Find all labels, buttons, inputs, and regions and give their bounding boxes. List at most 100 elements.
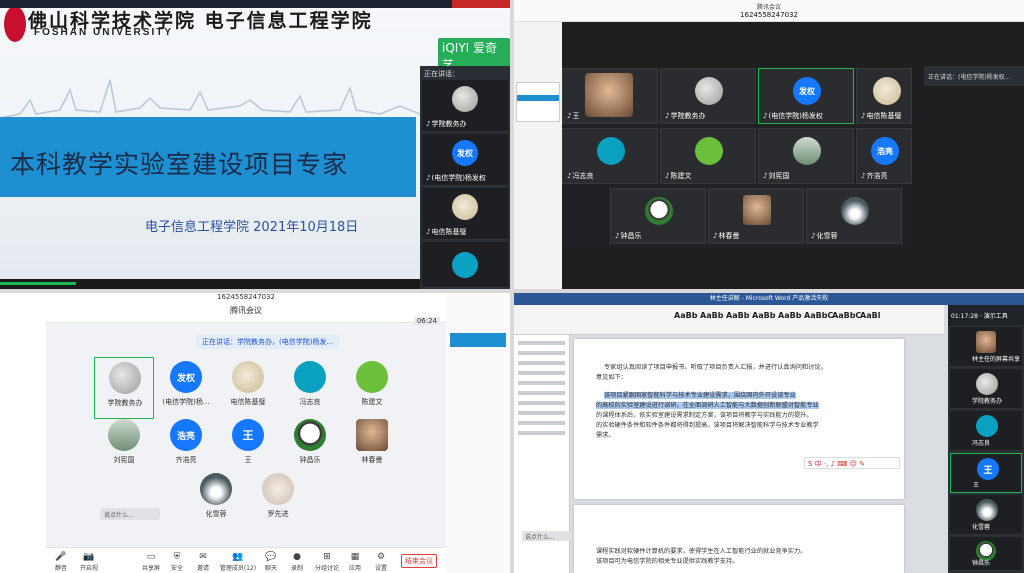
manage-members-button[interactable]: 👥 管理成员(12) bbox=[218, 551, 258, 572]
avatar bbox=[841, 197, 869, 225]
video-progress-bar[interactable] bbox=[0, 279, 420, 289]
participant-card[interactable]: 罗先进 bbox=[248, 469, 308, 531]
style-strong[interactable]: AaBl bbox=[860, 311, 880, 320]
video-tile[interactable]: ♪陈建文 bbox=[660, 128, 756, 184]
avatar bbox=[695, 77, 723, 105]
style-heading2[interactable]: AaBb bbox=[752, 311, 775, 320]
ime-toolbar[interactable]: S 中 ·, ♪ ⌨ ☺ ✎ bbox=[804, 457, 900, 469]
chat-button[interactable]: 💬 聊天 bbox=[260, 551, 282, 572]
document-page[interactable]: 专家组认真阅读了项目申报书，听取了项目负责人汇报，并进行认真询问和讨论， 意见如… bbox=[574, 339, 904, 499]
participant-card[interactable]: 电信陈基璧 bbox=[218, 357, 278, 419]
participant-tile[interactable]: 王 王 bbox=[950, 453, 1022, 493]
participant-tile[interactable]: 林主任的屏幕共享 bbox=[950, 327, 1022, 367]
style-no-spacing[interactable]: AaBb bbox=[700, 311, 723, 320]
participant-name: 化雪蓉 bbox=[972, 524, 991, 531]
avatar: 发权 bbox=[793, 77, 821, 105]
participant-card[interactable]: 浩亮 齐浩亮 bbox=[156, 415, 216, 477]
style-emphasis[interactable]: AaBbC bbox=[832, 311, 861, 320]
participant-card[interactable]: 王 王 bbox=[218, 415, 278, 477]
participant-name: 学院教务办 bbox=[670, 112, 706, 120]
style-title[interactable]: AaBb bbox=[778, 311, 801, 320]
participant-name: 化雪蓉 bbox=[205, 510, 227, 518]
participant-tile[interactable]: 发权 ♪(电信学院)杨发权 bbox=[422, 134, 508, 186]
participant-sidebar: 01:17:28 · 演示工具 林主任的屏幕共享 学院教务办 冯志良 王 王 化… bbox=[948, 305, 1024, 573]
participant-tile[interactable]: ♪学院教务办 bbox=[422, 80, 508, 132]
participant-card[interactable]: 学院教务办 bbox=[94, 357, 154, 419]
mic-icon: ♪ bbox=[665, 112, 670, 120]
participant-tile[interactable]: 化雪蓉 bbox=[950, 495, 1022, 535]
style-normal[interactable]: AaBb bbox=[674, 311, 697, 320]
paragraph-line: 课程实践对软硬件计算机的要求，使得学生在人工智能行业的就业竞争实力。 bbox=[596, 548, 807, 555]
video-tile[interactable]: ♪刘宪国 bbox=[758, 128, 854, 184]
mic-icon: ♪ bbox=[426, 228, 431, 236]
invite-button[interactable]: ✉ 邀请 bbox=[192, 551, 214, 572]
avatar bbox=[452, 252, 478, 278]
chat-input[interactable]: 说点什么... bbox=[522, 531, 570, 541]
record-button[interactable]: ● 录制 bbox=[286, 551, 308, 572]
settings-button[interactable]: ⚙ 设置 bbox=[370, 551, 392, 572]
end-meeting-button[interactable]: 结束会议 bbox=[401, 554, 437, 568]
document-page[interactable]: 课程实践对软硬件计算机的要求，使得学生在人工智能行业的就业竞争实力。 该项目可为… bbox=[574, 505, 904, 573]
share-screen-button[interactable]: ▭共享屏幕 bbox=[140, 551, 162, 573]
mic-icon: ♪ bbox=[861, 112, 866, 120]
participant-name: 学院教务办 bbox=[972, 398, 1003, 405]
apps-button[interactable]: ▦ 应用 bbox=[344, 551, 366, 572]
document-share-panel: 林主任讲解 - Microsoft Word 产品激活失败 AaBb AaBb … bbox=[514, 293, 1024, 573]
apps-icon: ▦ bbox=[350, 552, 360, 562]
record-indicator bbox=[452, 0, 510, 8]
mute-button[interactable]: 🎤 静音 bbox=[50, 551, 72, 572]
participant-tile[interactable]: 冯志良 bbox=[950, 411, 1022, 451]
video-tile[interactable]: ♪钟昌乐 bbox=[610, 188, 706, 244]
avatar: 发权 bbox=[452, 140, 478, 166]
participant-tile[interactable]: ♪电信陈基璧 bbox=[422, 188, 508, 240]
participant-tile[interactable]: 学院教务办 bbox=[950, 369, 1022, 409]
participant-sidebar: 正在讲话： ♪学院教务办 发权 ♪(电信学院)杨发权 ♪电信陈基璧 bbox=[420, 66, 510, 289]
style-heading1[interactable]: AaBb bbox=[726, 311, 749, 320]
video-tile[interactable]: ♪王 bbox=[562, 68, 658, 124]
participant-name: 学院教务办 bbox=[431, 120, 467, 128]
avatar bbox=[597, 137, 625, 165]
video-tile[interactable]: ♪林春曼 bbox=[708, 188, 804, 244]
mic-icon: ♪ bbox=[713, 232, 718, 240]
security-button[interactable]: ⛨ 安全 bbox=[166, 551, 188, 572]
meeting-titlebar: 腾讯会议 1624558247032 bbox=[514, 0, 1024, 22]
participant-name: 王 bbox=[244, 456, 252, 464]
avatar bbox=[873, 77, 901, 105]
avatar bbox=[976, 331, 996, 353]
video-tile[interactable]: ♪冯志良 bbox=[562, 128, 658, 184]
style-subtitle[interactable]: AaBbC bbox=[804, 311, 833, 320]
participant-name: (电信学院)杨发权 bbox=[431, 174, 486, 182]
participant-card[interactable]: 化雪蓉 bbox=[186, 469, 246, 531]
video-tile[interactable]: ♪化雪蓉 bbox=[806, 188, 902, 244]
participant-card[interactable]: 钟昌乐 bbox=[280, 415, 340, 477]
chat-input[interactable]: 说点什么... bbox=[100, 508, 160, 520]
video-tile[interactable]: 发权 ♪(电信学院)杨发权 bbox=[758, 68, 854, 124]
mic-icon: ♪ bbox=[426, 174, 431, 182]
meeting-timer: 06:24 bbox=[413, 317, 440, 325]
video-button[interactable]: 📷开启视频 bbox=[78, 551, 100, 573]
participant-tile[interactable] bbox=[422, 242, 508, 288]
avatar bbox=[232, 361, 264, 393]
video-tile[interactable]: ♪学院教务办 bbox=[660, 68, 756, 124]
presentation-tools-button[interactable]: 演示工具 bbox=[984, 313, 1008, 320]
tencent-meeting-window: 1624558247032 腾讯会议 06:24 正在讲话：学院教务办，(电信学… bbox=[46, 293, 446, 573]
video-tile[interactable]: ♪电信陈基璧 bbox=[856, 68, 912, 124]
speaking-label: 正在讲话：学院教务办，(电信学院)杨发... bbox=[196, 335, 340, 349]
participant-card[interactable]: 刘宪国 bbox=[94, 415, 154, 477]
participant-card[interactable]: 发权 (电信学院)杨... bbox=[156, 357, 216, 419]
avatar bbox=[452, 86, 478, 112]
participant-card[interactable]: 冯志良 bbox=[280, 357, 340, 419]
participant-name: 电信陈基璧 bbox=[230, 398, 266, 406]
avatar bbox=[695, 137, 723, 165]
video-tile[interactable]: 浩亮 ♪齐浩亮 bbox=[856, 128, 912, 184]
record-icon: ● bbox=[293, 552, 301, 562]
participant-tile[interactable]: 钟昌乐 bbox=[950, 537, 1022, 571]
breakout-button[interactable]: ⊞ 分组讨论 bbox=[312, 551, 342, 572]
participant-card[interactable]: 林春曼 bbox=[342, 415, 402, 477]
avatar bbox=[976, 415, 998, 437]
participant-card[interactable]: 陈建文 bbox=[342, 357, 402, 419]
avatar bbox=[452, 194, 478, 220]
speaking-label: 正在讲话： bbox=[424, 70, 459, 78]
meeting-timer: 01:17:28 bbox=[951, 313, 978, 320]
word-ribbon: AaBb AaBb AaBb AaBb AaBb AaBbC AaBbC AaB… bbox=[514, 305, 944, 335]
